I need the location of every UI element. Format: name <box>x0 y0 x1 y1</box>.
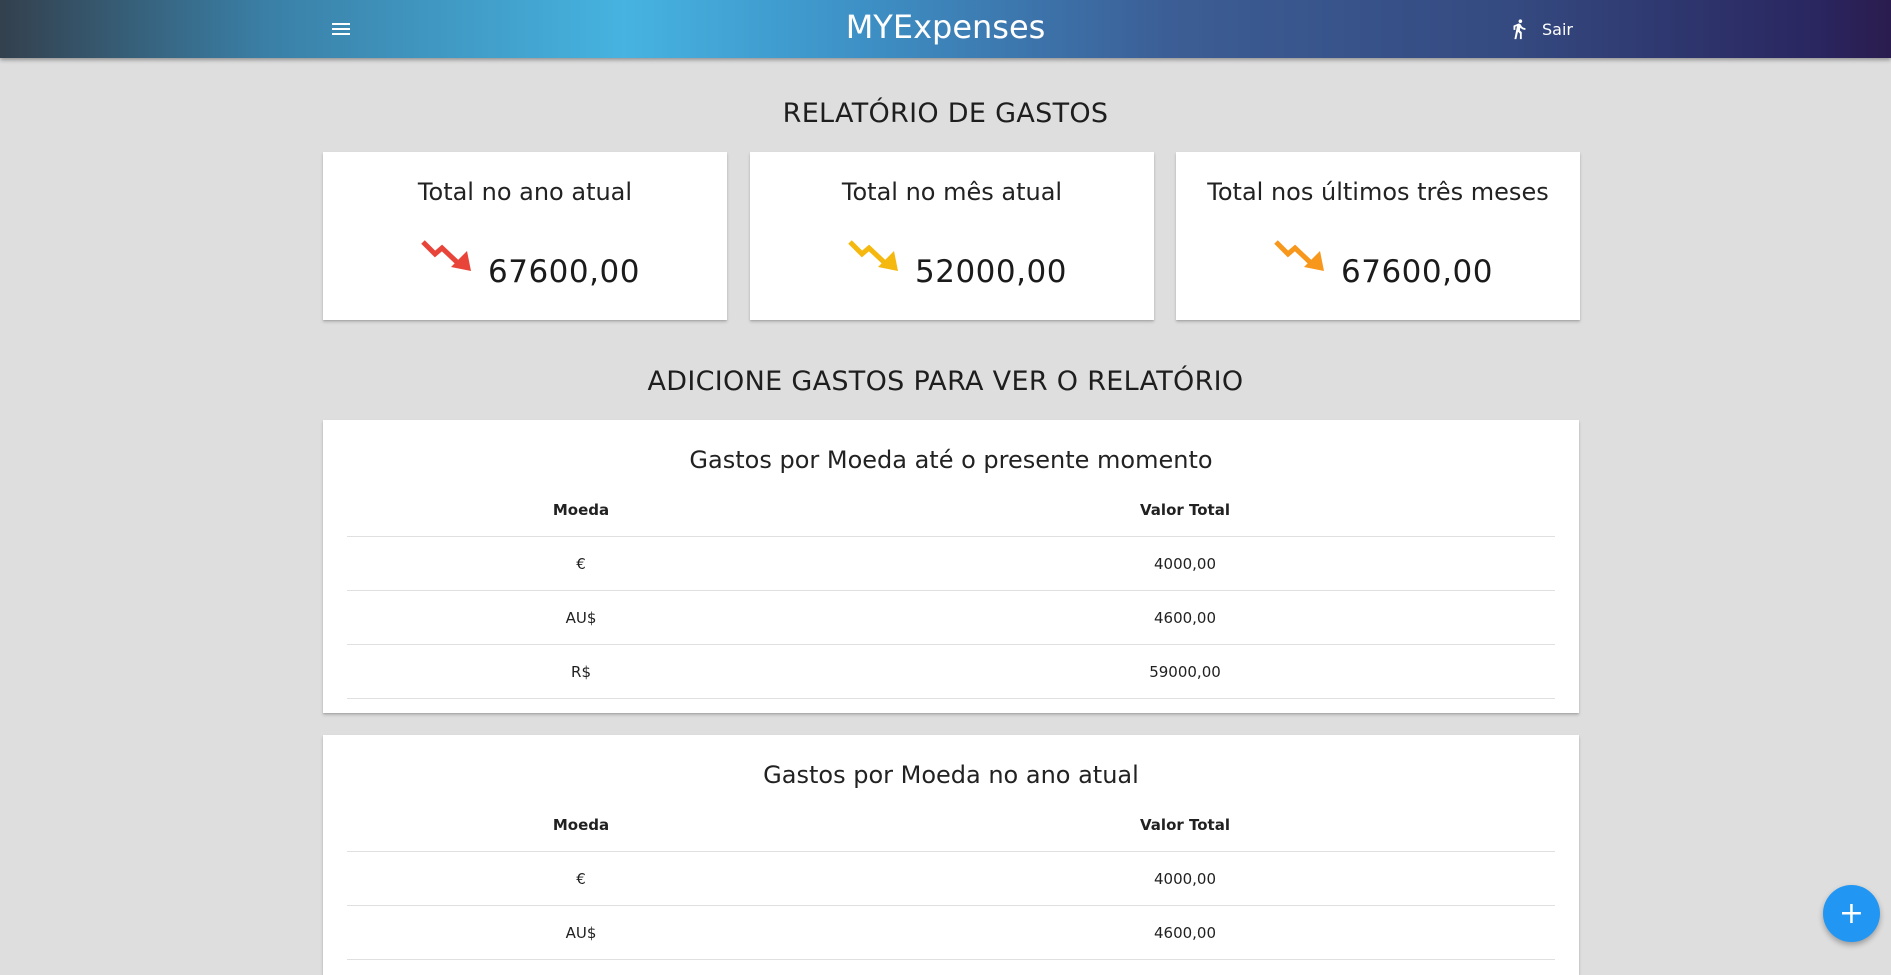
stat-value: 67600,00 <box>1341 254 1493 290</box>
table-row: AU$ 4600,00 <box>347 591 1555 645</box>
add-expense-button[interactable]: + <box>1823 885 1880 942</box>
menu-icon[interactable] <box>328 16 354 42</box>
total-cell: 4000,00 <box>1153 869 1217 888</box>
trending-down-icon <box>848 240 898 271</box>
total-cell: 59000,00 <box>1149 662 1221 681</box>
report-title: RELATÓRIO DE GASTOS <box>782 98 1109 129</box>
table-row: R$ 59000,00 <box>347 645 1555 699</box>
table-row: AU$ 4600,00 <box>347 906 1555 960</box>
stat-value: 67600,00 <box>488 254 640 290</box>
table-title: Gastos por Moeda no ano atual <box>763 761 1139 789</box>
column-header-currency: Moeda <box>552 816 610 834</box>
table-row: € 4000,00 <box>347 537 1555 591</box>
trending-down-icon <box>1274 240 1324 271</box>
total-cell: 4000,00 <box>1153 554 1217 573</box>
currency-cell: AU$ <box>565 608 597 627</box>
currency-cell: € <box>576 869 586 888</box>
currency-cell: € <box>576 554 586 573</box>
logout-button[interactable]: Sair <box>1508 14 1573 44</box>
table-header: Moeda Valor Total <box>347 799 1555 852</box>
stat-title: Total no ano atual <box>417 178 633 206</box>
stat-title: Total nos últimos três meses <box>1207 178 1549 206</box>
stat-card-month: Total no mês atual 52000,00 <box>750 152 1154 320</box>
stat-card-three-months: Total nos últimos três meses 67600,00 <box>1176 152 1580 320</box>
column-header-total: Valor Total <box>1140 501 1230 519</box>
total-cell: 4600,00 <box>1153 608 1217 627</box>
currency-year-table: Moeda Valor Total € 4000,00 AU$ 4600,00 <box>347 799 1555 960</box>
stat-value: 52000,00 <box>915 254 1067 290</box>
table-header: Moeda Valor Total <box>347 484 1555 537</box>
currency-totals-table: Moeda Valor Total € 4000,00 AU$ 4600,00 … <box>347 484 1555 699</box>
table-title: Gastos por Moeda até o presente momento <box>689 446 1213 474</box>
currency-cell: R$ <box>571 662 591 681</box>
stat-card-year: Total no ano atual 67600,00 <box>323 152 727 320</box>
total-cell: 4600,00 <box>1153 923 1217 942</box>
currency-cell: AU$ <box>565 923 597 942</box>
table-row: € 4000,00 <box>347 852 1555 906</box>
app-brand: MYExpenses <box>0 6 1891 48</box>
column-header-currency: Moeda <box>552 501 610 519</box>
trending-down-icon <box>421 240 471 271</box>
brand-title[interactable]: MYExpenses <box>846 8 1046 46</box>
stat-title: Total no mês atual <box>841 178 1063 206</box>
column-header-total: Valor Total <box>1140 816 1230 834</box>
add-expenses-prompt: ADICIONE GASTOS PARA VER O RELATÓRIO <box>647 366 1244 397</box>
currency-totals-card: Gastos por Moeda até o presente momento … <box>323 420 1579 713</box>
currency-year-card: Gastos por Moeda no ano atual Moeda Valo… <box>323 735 1579 975</box>
plus-icon: + <box>1838 896 1865 931</box>
logout-label: Sair <box>1542 19 1573 39</box>
walking-person-icon <box>1513 19 1526 40</box>
top-navbar: MYExpenses Sair <box>0 0 1891 58</box>
